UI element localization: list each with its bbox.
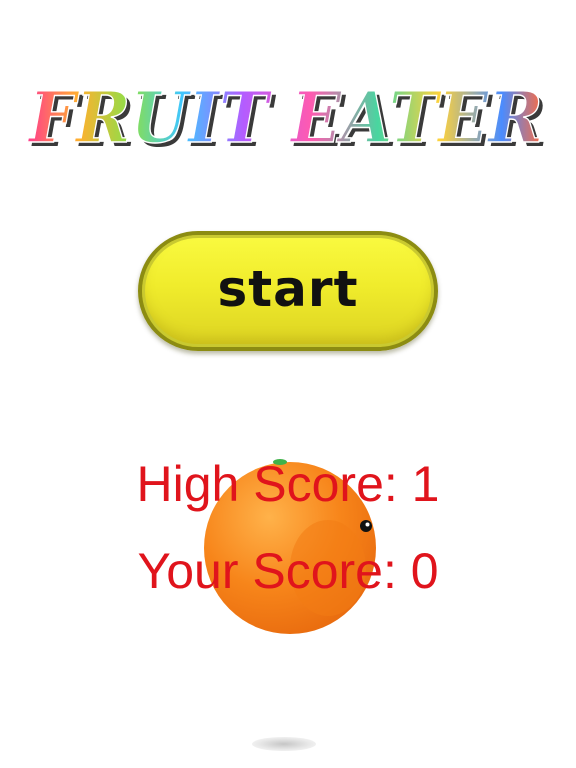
main-menu-screen: FRUIT EATER FRUIT EATER start High Score…: [0, 0, 576, 768]
high-score-text: High Score: 1: [136, 456, 440, 512]
title-text: FRUIT EATER: [27, 78, 543, 159]
ground-shadow: [252, 737, 316, 751]
start-button-label: start: [217, 260, 359, 318]
eye-icon: [360, 520, 372, 532]
start-button[interactable]: start: [138, 231, 438, 351]
your-score-text: Your Score: 0: [137, 543, 439, 599]
game-title: FRUIT EATER FRUIT EATER: [0, 78, 576, 168]
game-title-logo: FRUIT EATER FRUIT EATER: [26, 78, 547, 163]
